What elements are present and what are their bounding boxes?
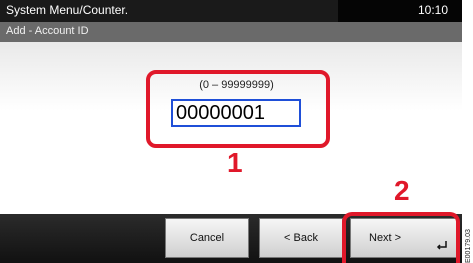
next-button-highlight [342,212,460,263]
screen-title: System Menu/Counter. [6,3,129,17]
enter-icon [436,241,447,250]
account-id-input[interactable]: 00000001 [171,99,301,127]
back-button[interactable]: < Back [259,218,343,258]
figure-code: E00179.03 [465,229,472,263]
subheader-bar: Add - Account ID [0,22,462,42]
status-bar: System Menu/Counter. 10:10 [0,0,462,22]
callout-number-2: 2 [394,175,410,206]
clock: 10:10 [417,3,448,17]
subheader-title: Add - Account ID [6,25,89,37]
cancel-button[interactable]: Cancel [165,218,249,258]
callout-number-1: 1 [227,147,243,178]
